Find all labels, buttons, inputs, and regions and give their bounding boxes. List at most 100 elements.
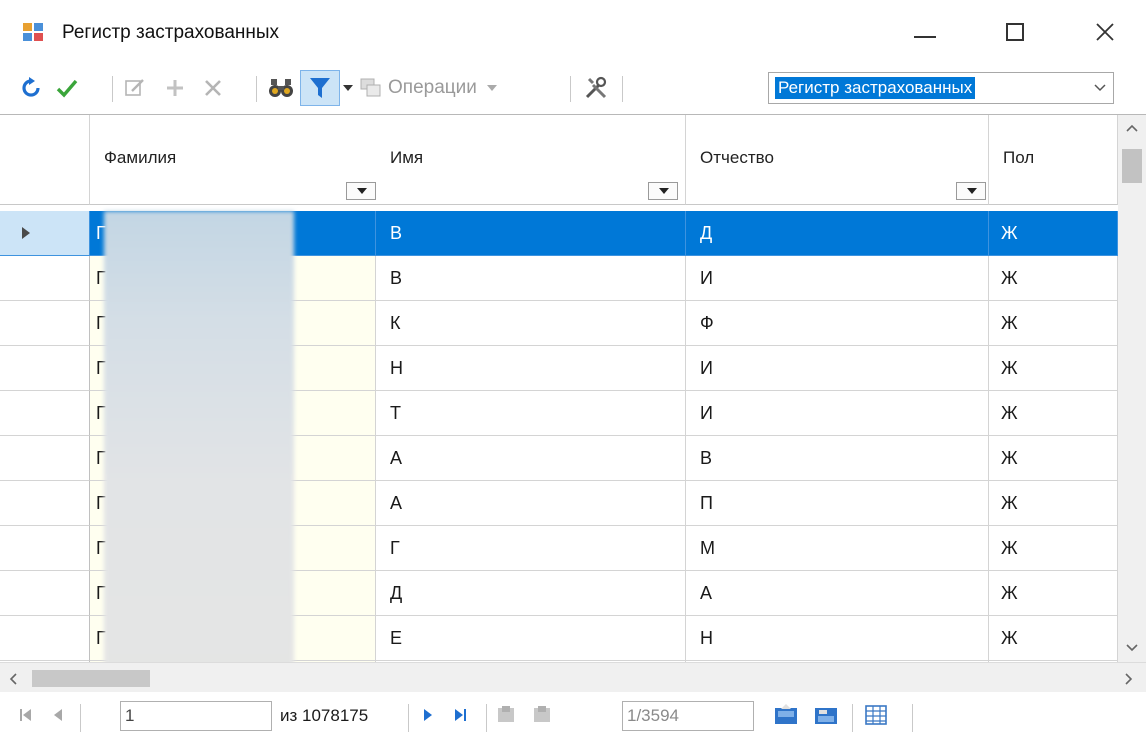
column-header-patronymic[interactable]: Отчество [686, 115, 989, 205]
vertical-scroll-thumb[interactable] [1122, 149, 1142, 183]
column-header-name[interactable]: Имя [376, 115, 686, 205]
patronymic-cell[interactable]: А [686, 571, 989, 616]
search-button[interactable] [266, 72, 296, 104]
patronymic-cell[interactable]: Н [686, 616, 989, 661]
column-header-surname[interactable]: Фамилия [90, 115, 386, 205]
navigator-separator [852, 704, 853, 732]
close-button[interactable] [1075, 10, 1135, 54]
table-view-button[interactable] [860, 700, 892, 730]
sex-cell[interactable]: Ж [989, 211, 1118, 256]
row-header[interactable] [0, 211, 90, 256]
register-select[interactable]: Регистр застрахованных [768, 72, 1114, 104]
next-record-button[interactable] [416, 700, 440, 730]
previous-page-button[interactable] [492, 700, 520, 730]
name-cell[interactable]: Е [376, 616, 686, 661]
add-button[interactable] [160, 72, 190, 104]
horizontal-scroll-thumb[interactable] [32, 670, 150, 687]
row-header[interactable] [0, 616, 90, 661]
row-header[interactable] [0, 256, 90, 301]
settings-button[interactable] [580, 72, 612, 104]
row-header[interactable] [0, 481, 90, 526]
row-header[interactable] [0, 346, 90, 391]
scroll-right-icon [1125, 673, 1133, 685]
row-header[interactable] [0, 526, 90, 571]
name-cell[interactable]: А [376, 436, 686, 481]
column-header-label: Отчество [700, 148, 774, 167]
export-button[interactable] [810, 700, 842, 730]
name-cell[interactable]: Д [376, 571, 686, 616]
last-record-icon [455, 709, 466, 721]
row-header[interactable] [0, 391, 90, 436]
previous-page-icon [498, 706, 514, 722]
edit-button[interactable] [120, 72, 150, 104]
maximize-icon [1006, 23, 1024, 41]
last-record-button[interactable] [448, 700, 472, 730]
edit-icon [125, 79, 144, 96]
column-header-label: Имя [390, 148, 424, 167]
scroll-up-icon [1126, 124, 1138, 132]
navigator-separator [408, 704, 409, 732]
tools-icon [585, 76, 607, 99]
delete-icon [205, 80, 221, 96]
refresh-icon [22, 77, 40, 97]
record-number-input[interactable]: 1 [120, 701, 272, 731]
column-filter-button[interactable] [956, 182, 986, 200]
minimize-button[interactable] [895, 10, 955, 54]
patronymic-cell[interactable]: В [686, 436, 989, 481]
patronymic-cell[interactable]: П [686, 481, 989, 526]
apply-button[interactable] [52, 72, 82, 104]
filter-button[interactable] [300, 70, 340, 106]
column-filter-button[interactable] [648, 182, 678, 200]
filter-dropdown-button[interactable] [340, 72, 356, 104]
operations-label: Операции [388, 77, 477, 98]
import-button[interactable] [770, 700, 802, 730]
binoculars-icon [269, 79, 293, 97]
column-filter-button[interactable] [346, 182, 376, 200]
column-header-sex[interactable]: Пол [989, 115, 1118, 205]
vertical-scrollbar[interactable] [1118, 115, 1146, 663]
patronymic-cell[interactable]: И [686, 346, 989, 391]
maximize-button[interactable] [985, 10, 1045, 54]
first-record-button[interactable] [14, 700, 38, 730]
previous-record-icon [54, 709, 62, 721]
name-cell[interactable]: В [376, 256, 686, 301]
name-cell[interactable]: А [376, 481, 686, 526]
sex-cell[interactable]: Ж [989, 301, 1118, 346]
minimize-icon [914, 36, 936, 38]
row-header[interactable] [0, 436, 90, 481]
patronymic-cell[interactable]: Д [686, 211, 989, 256]
sex-cell[interactable]: Ж [989, 256, 1118, 301]
next-page-button[interactable] [528, 700, 556, 730]
navigator-separator [80, 704, 81, 732]
filter-icon [310, 78, 330, 98]
sex-cell[interactable]: Ж [989, 346, 1118, 391]
sex-cell[interactable]: Ж [989, 526, 1118, 571]
sex-cell[interactable]: Ж [989, 571, 1118, 616]
previous-record-button[interactable] [46, 700, 70, 730]
sex-cell[interactable]: Ж [989, 391, 1118, 436]
row-header[interactable] [0, 301, 90, 346]
name-cell[interactable]: Т [376, 391, 686, 436]
name-cell[interactable]: В [376, 211, 686, 256]
row-header-corner [0, 115, 90, 205]
patronymic-cell[interactable]: И [686, 256, 989, 301]
sex-cell[interactable]: Ж [989, 436, 1118, 481]
name-cell[interactable]: К [376, 301, 686, 346]
delete-button[interactable] [198, 72, 228, 104]
patronymic-cell[interactable]: М [686, 526, 989, 571]
name-cell[interactable]: Г [376, 526, 686, 571]
refresh-button[interactable] [16, 72, 46, 104]
name-cell[interactable]: Н [376, 346, 686, 391]
row-header[interactable] [0, 571, 90, 616]
page-number-input[interactable]: 1/3594 [622, 701, 754, 731]
patronymic-cell[interactable]: И [686, 391, 989, 436]
plus-icon [167, 80, 183, 96]
title-bar: Регистр застрахованных [0, 0, 1146, 62]
sex-cell[interactable]: Ж [989, 481, 1118, 526]
horizontal-scrollbar[interactable] [0, 662, 1146, 693]
patronymic-cell[interactable]: Ф [686, 301, 989, 346]
operations-menu-button[interactable]: Операции [360, 72, 540, 104]
sex-cell[interactable]: Ж [989, 616, 1118, 661]
window-title: Регистр застрахованных [62, 22, 280, 43]
table-icon [865, 705, 887, 725]
